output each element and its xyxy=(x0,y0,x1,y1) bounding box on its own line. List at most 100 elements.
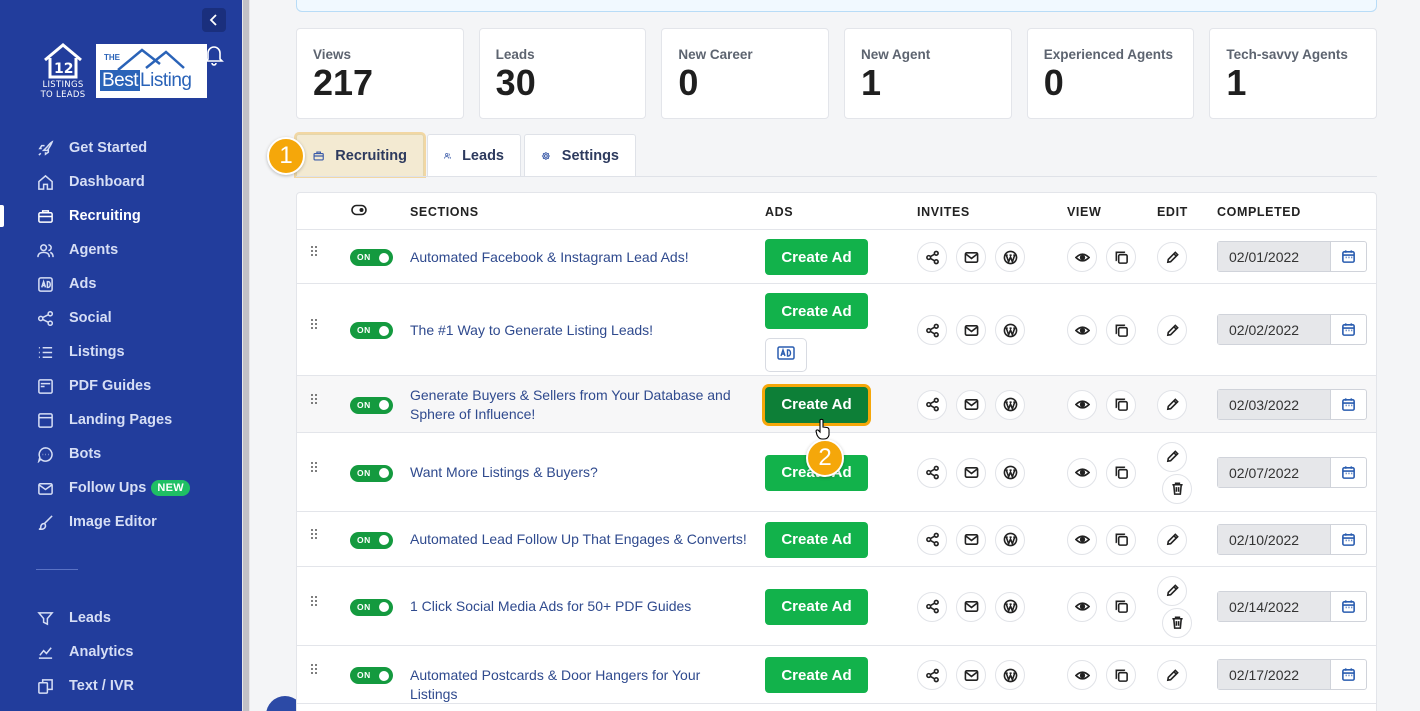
email-invite-button[interactable] xyxy=(956,315,986,345)
share-button[interactable] xyxy=(917,660,947,690)
share-button[interactable] xyxy=(917,242,947,272)
section-toggle[interactable]: ON xyxy=(350,249,393,266)
sidebar-item-listings[interactable]: Listings xyxy=(0,335,242,369)
section-link[interactable]: 1 Click Social Media Ads for 50+ PDF Gui… xyxy=(410,597,750,616)
delete-button[interactable] xyxy=(1162,607,1192,638)
edit-button[interactable] xyxy=(1157,389,1187,420)
email-invite-button[interactable] xyxy=(956,524,986,555)
view-button[interactable] xyxy=(1067,660,1097,690)
wordpress-button[interactable] xyxy=(995,315,1025,345)
create-ad-button[interactable]: Create Ad xyxy=(765,239,868,275)
copy-button[interactable] xyxy=(1106,524,1136,555)
sidebar-item-text-ivr[interactable]: Text / IVR xyxy=(0,669,242,703)
edit-button[interactable] xyxy=(1157,524,1187,555)
sidebar-item-landing-pages[interactable]: Landing Pages xyxy=(0,403,242,437)
completed-date-field[interactable]: 02/17/2022 xyxy=(1217,659,1367,690)
edit-button[interactable] xyxy=(1157,575,1187,606)
sidebar-item-pdf-guides[interactable]: PDF Guides xyxy=(0,369,242,403)
drag-handle-icon[interactable] xyxy=(310,527,320,543)
section-toggle[interactable]: ON xyxy=(350,464,393,482)
sidebar-item-image-editor[interactable]: Image Editor xyxy=(0,505,242,539)
drag-handle-icon[interactable] xyxy=(310,662,320,678)
edit-button[interactable] xyxy=(1157,242,1187,272)
create-ad-button[interactable]: Create Ad xyxy=(765,521,868,558)
section-toggle[interactable]: ON xyxy=(350,598,393,616)
sidebar-item-leads[interactable]: Leads xyxy=(0,601,242,635)
calendar-button[interactable] xyxy=(1330,592,1366,621)
edit-button[interactable] xyxy=(1157,315,1187,345)
email-invite-button[interactable] xyxy=(956,457,986,488)
share-button[interactable] xyxy=(917,457,947,488)
edit-button[interactable] xyxy=(1157,660,1187,690)
view-button[interactable] xyxy=(1067,389,1097,420)
completed-date-field[interactable]: 02/10/2022 xyxy=(1217,523,1367,555)
drag-handle-icon[interactable] xyxy=(310,460,320,476)
share-button[interactable] xyxy=(917,591,947,622)
tab-leads[interactable]: Leads xyxy=(427,134,521,176)
section-link[interactable]: Automated Postcards & Door Hangers for Y… xyxy=(410,666,750,704)
section-link[interactable]: Automated Lead Follow Up That Engages & … xyxy=(410,530,750,549)
bell-icon[interactable] xyxy=(204,44,224,66)
share-button[interactable] xyxy=(917,315,947,345)
calendar-button[interactable] xyxy=(1330,315,1366,344)
view-button[interactable] xyxy=(1067,242,1097,272)
copy-button[interactable] xyxy=(1106,457,1136,488)
drag-handle-icon[interactable] xyxy=(310,244,320,260)
sidebar-item-follow-ups[interactable]: Follow Ups NEW xyxy=(0,471,242,505)
wordpress-button[interactable] xyxy=(995,242,1025,272)
sidebar-item-ads[interactable]: Ads xyxy=(0,267,242,301)
collapse-sidebar-button[interactable] xyxy=(202,8,226,32)
completed-date-field[interactable]: 02/14/2022 xyxy=(1217,590,1367,622)
sidebar-item-analytics[interactable]: Analytics xyxy=(0,635,242,669)
section-link[interactable]: Want More Listings & Buyers? xyxy=(410,463,750,482)
create-ad-button[interactable]: Create Ad xyxy=(765,293,868,329)
copy-button[interactable] xyxy=(1106,242,1136,272)
edit-button[interactable] xyxy=(1157,441,1187,472)
wordpress-button[interactable] xyxy=(995,457,1025,488)
copy-button[interactable] xyxy=(1106,315,1136,345)
drag-handle-icon[interactable] xyxy=(310,317,320,333)
wordpress-button[interactable] xyxy=(995,524,1025,555)
brand-logo[interactable]: 12 LISTINGS TO LEADS xyxy=(36,42,90,104)
completed-date-field[interactable]: 02/01/2022 xyxy=(1217,241,1367,272)
section-link[interactable]: Generate Buyers & Sellers from Your Data… xyxy=(410,386,750,424)
copy-button[interactable] xyxy=(1106,389,1136,420)
completed-date-field[interactable]: 02/03/2022 xyxy=(1217,388,1367,420)
tab-recruiting[interactable]: Recruiting xyxy=(296,134,424,176)
tab-settings[interactable]: Settings xyxy=(524,134,636,176)
sidebar-item-get-started[interactable]: Get Started xyxy=(0,131,242,165)
section-toggle[interactable]: ON xyxy=(350,531,393,549)
ad-preview-button[interactable] xyxy=(765,338,807,372)
copy-button[interactable] xyxy=(1106,660,1136,690)
view-button[interactable] xyxy=(1067,315,1097,345)
share-button[interactable] xyxy=(917,389,947,420)
sidebar-item-agents[interactable]: Agents xyxy=(0,233,242,267)
drag-handle-icon[interactable] xyxy=(310,594,320,610)
sidebar-scrollbar[interactable] xyxy=(242,0,250,711)
calendar-button[interactable] xyxy=(1330,660,1366,689)
email-invite-button[interactable] xyxy=(956,242,986,272)
scrollbar-thumb[interactable] xyxy=(243,0,249,711)
completed-date-field[interactable]: 02/02/2022 xyxy=(1217,314,1367,345)
email-invite-button[interactable] xyxy=(956,591,986,622)
create-ad-button[interactable]: Create Ad xyxy=(765,657,868,693)
completed-date-field[interactable]: 02/07/2022 xyxy=(1217,456,1367,488)
drag-handle-icon[interactable] xyxy=(310,392,320,408)
wordpress-button[interactable] xyxy=(995,389,1025,420)
sidebar-item-recruiting[interactable]: Recruiting xyxy=(0,199,242,233)
calendar-button[interactable] xyxy=(1330,390,1366,419)
section-toggle[interactable]: ON xyxy=(350,667,393,684)
email-invite-button[interactable] xyxy=(956,389,986,420)
sidebar-item-social[interactable]: Social xyxy=(0,301,242,335)
calendar-button[interactable] xyxy=(1330,458,1366,487)
sidebar-item-dashboard[interactable]: Dashboard xyxy=(0,165,242,199)
sidebar-item-bots[interactable]: Bots xyxy=(0,437,242,471)
create-ad-button[interactable]: Create Ad xyxy=(765,588,868,625)
section-link[interactable]: Automated Facebook & Instagram Lead Ads! xyxy=(410,248,750,267)
wordpress-button[interactable] xyxy=(995,591,1025,622)
delete-button[interactable] xyxy=(1162,473,1192,504)
section-link[interactable]: The #1 Way to Generate Listing Leads! xyxy=(410,321,750,340)
wordpress-button[interactable] xyxy=(995,660,1025,690)
calendar-button[interactable] xyxy=(1330,525,1366,554)
view-button[interactable] xyxy=(1067,524,1097,555)
